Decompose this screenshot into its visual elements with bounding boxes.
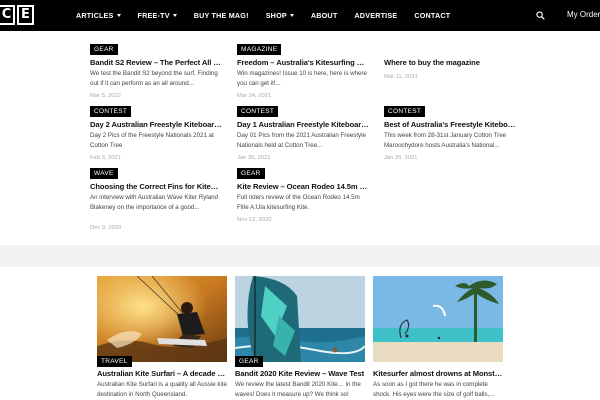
featured-excerpt: We review the latest Bandit 2020 Kite… i… (235, 381, 361, 398)
featured-title[interactable]: Australian Kite Surfari – A decade of ad… (97, 369, 227, 378)
post-date: Mar 5, 2022 (90, 93, 121, 99)
post-title[interactable]: Bandit S2 Review – The Perfect All Rou..… (90, 58, 222, 67)
post-excerpt: Day 01 Pics from the 2021 Australian Fre… (237, 132, 366, 149)
post-title[interactable]: Freedom – Australia's Kitesurfing Mag... (237, 58, 369, 67)
nav-label: SHOP (265, 11, 287, 20)
main-menu: ARTICLES FREE-TV BUY THE MAG! SHOP ABOUT… (76, 0, 467, 31)
nav-item-shop[interactable]: SHOP (266, 11, 294, 20)
top-navigation: C E ARTICLES FREE-TV BUY THE MAG! SHOP A… (0, 0, 600, 31)
post-tag[interactable]: CONTEST (237, 106, 279, 117)
nav-item-buy-the-mag[interactable]: BUY THE MAG! (194, 11, 249, 20)
nav-item-free-tv[interactable]: FREE-TV (138, 11, 177, 20)
logo-letter-e: E (17, 5, 34, 25)
nav-item-about[interactable]: ABOUT (311, 11, 338, 20)
section-divider (0, 245, 600, 267)
search-icon[interactable] (536, 11, 545, 20)
nav-label: ARTICLES (76, 11, 114, 20)
nav-label: ADVERTISE (354, 11, 398, 20)
post-date: Dec 9, 2020 (90, 225, 122, 231)
site-logo[interactable]: C E (0, 5, 36, 25)
post-excerpt: Day 2 Pics of the Freestyle Nationals 20… (90, 132, 214, 149)
post-excerpt: This week from 28-31st January Cotton Tr… (384, 132, 507, 149)
featured-tag[interactable]: TRAVEL (97, 356, 132, 367)
post-date: Nov 12, 2020 (237, 217, 272, 223)
featured-tag[interactable]: GEAR (235, 356, 263, 367)
post-tag[interactable]: CONTEST (90, 106, 132, 117)
nav-label: FREE-TV (137, 11, 170, 20)
kitesurfer-drowns-image[interactable] (373, 276, 503, 362)
post-title[interactable]: Choosing the Correct Fins for Kitesurfi.… (90, 182, 222, 191)
post-tag[interactable]: MAGAZINE (237, 44, 282, 55)
post-excerpt: Full riders review of the Ocean Rodeo 14… (237, 194, 360, 211)
nav-label: CONTACT (414, 11, 451, 20)
featured-excerpt: As soon as I got there he was in complet… (373, 381, 495, 398)
post-tag[interactable]: CONTEST (384, 106, 426, 117)
my-order-link[interactable]: My Order (567, 10, 600, 19)
kite-surfari-image[interactable] (97, 276, 227, 362)
post-date: Jan 25, 2021 (384, 155, 418, 161)
bandit-2020-image[interactable] (235, 276, 365, 362)
featured-excerpt: Australian Kite Surfari is a quality all… (97, 381, 227, 398)
nav-label: BUY THE MAG! (193, 11, 249, 20)
chevron-down-icon (289, 14, 294, 17)
post-tag[interactable]: WAVE (90, 168, 118, 179)
post-tag[interactable]: GEAR (237, 168, 265, 179)
post-title[interactable]: Best of Australia's Freestyle Kiteboard.… (384, 120, 516, 129)
chevron-down-icon (116, 14, 121, 17)
post-tag[interactable]: GEAR (90, 44, 118, 55)
post-excerpt: An interview with Australian Wave Kiter … (90, 194, 219, 211)
post-title[interactable]: Day 2 Australian Freestyle Kiteboardin..… (90, 120, 222, 129)
nav-item-articles[interactable]: ARTICLES (76, 11, 121, 20)
nav-item-advertise[interactable]: ADVERTISE (354, 11, 397, 20)
nav-item-contact[interactable]: CONTACT (414, 11, 450, 20)
post-date: Jan 30, 2021 (237, 155, 271, 161)
featured-title[interactable]: Kitesurfer almost drowns at Monster 20..… (373, 369, 503, 378)
post-date: Mar 24, 2021 (237, 93, 272, 99)
post-title[interactable]: Day 1 Australian Freestyle Kiteboarding … (237, 120, 369, 129)
post-excerpt: Win magazines! Issue 10 is here, here is… (237, 70, 367, 87)
chevron-down-icon (172, 14, 177, 17)
post-title[interactable]: Where to buy the magazine (384, 58, 516, 67)
post-excerpt: We test the Bandit S2 beyond the surf. F… (90, 70, 218, 87)
post-title[interactable]: Kite Review – Ocean Rodeo 14.5m Flite... (237, 182, 369, 191)
post-date: Feb 3, 2021 (90, 155, 121, 161)
nav-label: ABOUT (310, 11, 338, 20)
post-date: Mar 11, 2021 (384, 74, 418, 80)
featured-title[interactable]: Bandit 2020 Kite Review – Wave Test (235, 369, 365, 378)
logo-letter-c: C (0, 5, 15, 25)
